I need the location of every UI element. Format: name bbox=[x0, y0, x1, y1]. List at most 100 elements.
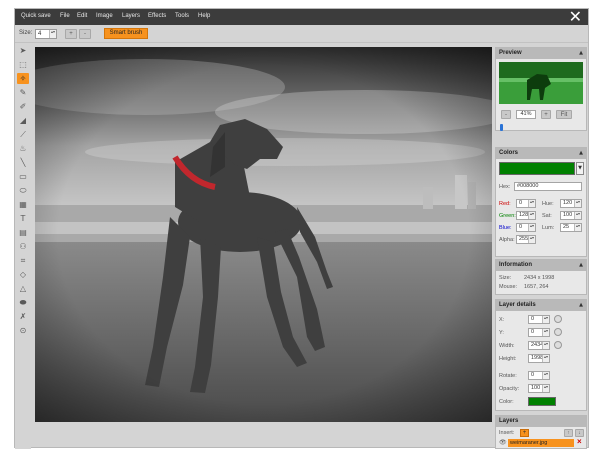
x-spinner-icon[interactable]: ▴▾ bbox=[542, 316, 549, 323]
preview-fit-button[interactable]: Fit bbox=[556, 110, 572, 119]
reset-width-icon[interactable] bbox=[554, 341, 562, 349]
x-label: X: bbox=[499, 317, 505, 323]
layer-item[interactable]: weimaraner.jpg bbox=[508, 439, 574, 447]
hue-spinner-icon[interactable]: ▴▾ bbox=[574, 200, 581, 207]
alpha-spinner-icon[interactable]: ▴▾ bbox=[528, 236, 535, 243]
width-input[interactable]: 2434 ▴▾ bbox=[528, 341, 550, 350]
width-spinner-icon[interactable]: ▴▾ bbox=[542, 342, 549, 349]
gradient-icon[interactable]: ▤ bbox=[17, 227, 29, 238]
blur-icon[interactable]: ◇ bbox=[17, 269, 29, 280]
x-input[interactable]: 0 ▴▾ bbox=[528, 315, 550, 324]
pointer-icon[interactable]: ➤ bbox=[17, 45, 29, 56]
size-plus-button[interactable]: + bbox=[65, 29, 77, 39]
sat-spinner-icon[interactable]: ▴▾ bbox=[574, 212, 581, 219]
lum-input[interactable]: 25 ▴▾ bbox=[560, 223, 582, 232]
clone-icon[interactable]: ⚇ bbox=[17, 241, 29, 252]
menu-layers[interactable]: Layers bbox=[122, 13, 140, 19]
green-spinner-icon[interactable]: ▴▾ bbox=[528, 212, 535, 219]
rectangle-icon[interactable]: ▭ bbox=[17, 171, 29, 182]
size-value: 4 bbox=[38, 31, 42, 37]
menu-bar: Quick save File Edit Image Layers Effect… bbox=[15, 9, 588, 25]
preview-zoom-value[interactable]: 41% bbox=[516, 110, 536, 119]
line-icon[interactable]: ╲ bbox=[17, 157, 29, 168]
crop-icon[interactable]: ⌗ bbox=[17, 255, 29, 266]
image-canvas[interactable] bbox=[35, 47, 492, 422]
blue-spinner-icon[interactable]: ▴▾ bbox=[528, 224, 535, 231]
preview-zoom-in-button[interactable]: + bbox=[541, 110, 551, 119]
brush-icon[interactable]: ✎ bbox=[17, 87, 29, 98]
shape-icon[interactable]: ⬬ bbox=[17, 297, 29, 308]
y-value: 0 bbox=[531, 329, 535, 335]
layers-title: Layers bbox=[499, 418, 519, 424]
height-input[interactable]: 1998 ▴▾ bbox=[528, 354, 550, 363]
collapse-icon[interactable]: ▲ bbox=[579, 148, 583, 159]
pencil-icon[interactable]: ✐ bbox=[17, 101, 29, 112]
height-spinner-icon[interactable]: ▴▾ bbox=[542, 355, 549, 362]
collapse-icon[interactable]: ▲ bbox=[579, 260, 583, 271]
hex-input[interactable]: #008000 bbox=[514, 182, 582, 191]
colors-header[interactable]: Colors ▲ bbox=[496, 148, 586, 159]
eraser-icon[interactable]: ◢ bbox=[17, 115, 29, 126]
select-rectangle-icon[interactable]: ⬚ bbox=[17, 59, 29, 70]
magic-wand-icon[interactable]: ✧ bbox=[17, 73, 29, 84]
lum-spinner-icon[interactable]: ▴▾ bbox=[574, 224, 581, 231]
color-dropdown-icon[interactable]: ▼ bbox=[576, 162, 584, 175]
layer-down-button[interactable]: ↓ bbox=[575, 429, 584, 437]
menu-effects[interactable]: Effects bbox=[148, 13, 166, 19]
color-picker-icon[interactable]: ⟋ bbox=[17, 129, 29, 140]
y-spinner-icon[interactable]: ▴▾ bbox=[542, 329, 549, 336]
preview-thumbnail[interactable] bbox=[499, 62, 583, 104]
layer-details-section: Layer details ▲ X: 0 ▴▾ Y: 0 ▴▾ Width: 2434… bbox=[495, 299, 587, 411]
preview-zoom-out-button[interactable]: - bbox=[501, 110, 511, 119]
size-minus-button[interactable]: - bbox=[79, 29, 91, 39]
menu-edit[interactable]: Edit bbox=[77, 13, 87, 19]
collapse-icon[interactable]: ▲ bbox=[579, 48, 583, 59]
text-icon[interactable]: T bbox=[17, 213, 29, 224]
y-input[interactable]: 0 ▴▾ bbox=[528, 328, 550, 337]
blue-input[interactable]: 0 ▴▾ bbox=[516, 223, 536, 232]
bandaid-icon[interactable]: ✗ bbox=[17, 311, 29, 322]
sharpen-icon[interactable]: △ bbox=[17, 283, 29, 294]
alpha-input[interactable]: 255 ▴▾ bbox=[516, 235, 536, 244]
layer-details-header[interactable]: Layer details ▲ bbox=[496, 300, 586, 311]
x-value: 0 bbox=[531, 316, 535, 322]
image-icon[interactable]: ▦ bbox=[17, 199, 29, 210]
opacity-spinner-icon[interactable]: ▴▾ bbox=[542, 385, 549, 392]
green-input[interactable]: 128 ▴▾ bbox=[516, 211, 536, 220]
fill-icon[interactable]: ♨ bbox=[17, 143, 29, 154]
preview-header[interactable]: Preview ▲ bbox=[496, 48, 586, 59]
menu-tools[interactable]: Tools bbox=[175, 13, 189, 19]
hue-input[interactable]: 120 ▴▾ bbox=[560, 199, 582, 208]
rotate-spinner-icon[interactable]: ▴▾ bbox=[542, 372, 549, 379]
sat-label: Sat: bbox=[542, 213, 552, 219]
red-spinner-icon[interactable]: ▴▾ bbox=[528, 200, 535, 207]
sat-input[interactable]: 100 ▴▾ bbox=[560, 211, 582, 220]
close-icon[interactable]: ✕ bbox=[569, 9, 582, 25]
menu-image[interactable]: Image bbox=[96, 13, 113, 19]
red-input[interactable]: 0 ▴▾ bbox=[516, 199, 536, 208]
preview-zoom-slider[interactable] bbox=[500, 124, 503, 131]
reset-y-icon[interactable] bbox=[554, 328, 562, 336]
colors-title: Colors bbox=[499, 150, 519, 156]
menu-quick-save[interactable]: Quick save bbox=[21, 13, 51, 19]
collapse-icon[interactable]: ▲ bbox=[579, 300, 583, 311]
insert-layer-button[interactable]: + bbox=[520, 429, 529, 437]
rotate-input[interactable]: 0 ▴▾ bbox=[528, 371, 550, 380]
layer-color-swatch[interactable] bbox=[528, 397, 556, 406]
delete-layer-icon[interactable]: × bbox=[577, 437, 582, 446]
play-icon[interactable]: ⊙ bbox=[17, 325, 29, 336]
visibility-eye-icon[interactable]: 👁 bbox=[499, 439, 507, 446]
menu-file[interactable]: File bbox=[60, 13, 70, 19]
smart-brush-button[interactable]: Smart brush bbox=[104, 28, 148, 39]
layer-up-button[interactable]: ↑ bbox=[564, 429, 573, 437]
alpha-value: 255 bbox=[519, 236, 529, 242]
color-swatch[interactable] bbox=[499, 162, 575, 175]
opacity-input[interactable]: 100 ▴▾ bbox=[528, 384, 550, 393]
layers-header[interactable]: Layers bbox=[496, 416, 586, 427]
menu-help[interactable]: Help bbox=[198, 13, 210, 19]
ellipse-icon[interactable]: ⬭ bbox=[17, 185, 29, 196]
size-input[interactable]: 4 ▴▾ bbox=[35, 29, 57, 39]
information-header[interactable]: Information ▲ bbox=[496, 260, 586, 271]
reset-x-icon[interactable] bbox=[554, 315, 562, 323]
size-spinner-icon[interactable]: ▴▾ bbox=[49, 30, 56, 38]
